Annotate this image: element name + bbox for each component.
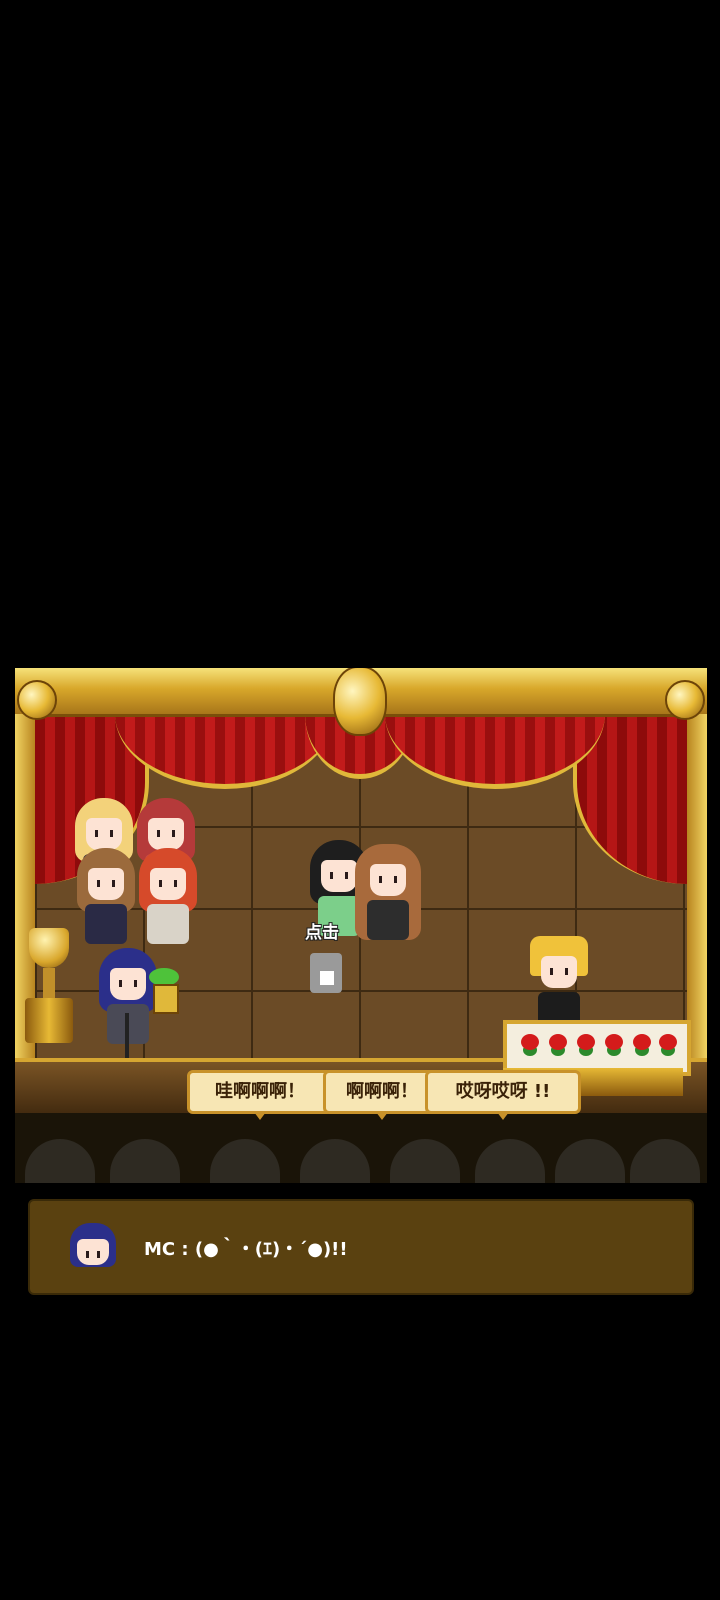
speech-bubble: 哎呀哎呀 !! [425,1070,581,1120]
cat-icon[interactable] [310,953,342,993]
gold-orb-icon [17,680,57,720]
speech-bubble-text: 哎呀哎呀 !! [455,1081,551,1102]
gold-orb-icon [665,680,705,720]
speech-bubble: 啊啊啊！ [323,1070,441,1120]
microphone-icon [125,1013,129,1058]
audience [15,1113,707,1183]
speech-bubble-text: 哇啊啊啊！ [215,1081,305,1102]
trophy-icon [23,928,75,1048]
theater-stage[interactable]: 点击 哇啊啊啊！ 啊啊啊！ 哎呀哎呀 !! [15,668,707,1183]
dialogue-box[interactable]: MC : (●｀・(ｴ)・´●)!! [28,1199,694,1295]
speech-bubble-text: 啊啊啊！ [346,1081,418,1102]
mc-avatar-icon [70,1223,116,1269]
tap-hint-label[interactable]: 点击 [305,918,339,943]
speech-bubble: 哇啊啊啊！ [187,1070,333,1120]
plant-icon [147,968,181,1018]
gold-gem-icon [333,668,387,736]
dialogue-text: MC : (●｀・(ｴ)・´●)!! [144,1239,348,1260]
